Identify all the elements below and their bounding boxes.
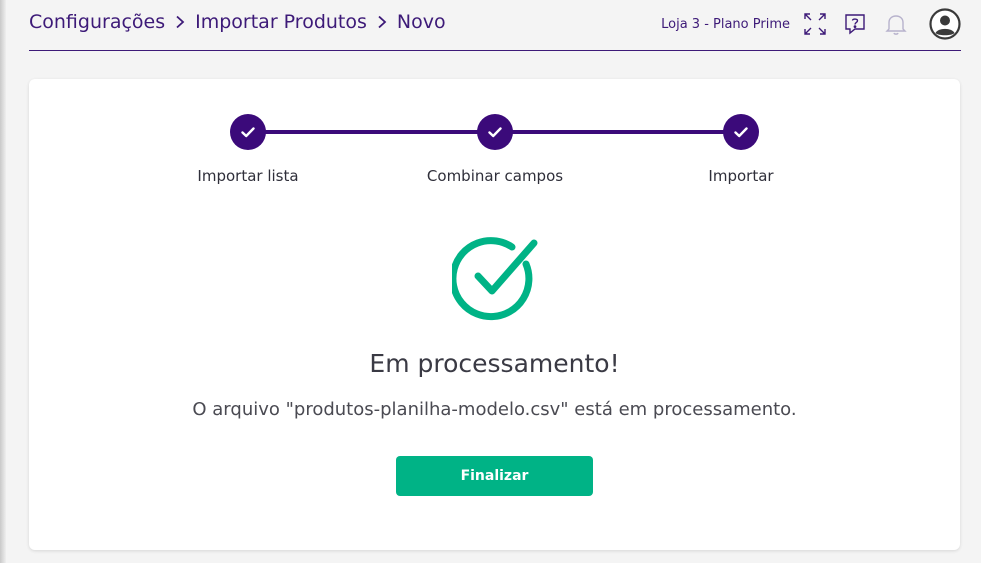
step-3-check-icon xyxy=(723,114,759,150)
finish-button[interactable]: Finalizar xyxy=(396,456,593,496)
bell-icon[interactable] xyxy=(885,12,907,36)
step-2-check-icon xyxy=(477,114,513,150)
breadcrumb-configuracoes[interactable]: Configurações xyxy=(29,11,165,33)
top-header: Configurações Importar Produtos Novo Loj… xyxy=(29,0,961,51)
success-check-icon xyxy=(449,234,542,328)
import-card: Importar lista Combinar campos Importar … xyxy=(29,79,960,550)
left-edge xyxy=(0,0,6,563)
import-stepper: Importar lista Combinar campos Importar xyxy=(29,79,960,199)
fullscreen-icon[interactable] xyxy=(803,12,827,36)
step-connector xyxy=(248,130,495,134)
step-1-check-icon xyxy=(230,114,266,150)
step-3-label: Importar xyxy=(708,167,774,185)
store-plan-label[interactable]: Loja 3 - Plano Prime xyxy=(661,17,790,32)
help-icon[interactable] xyxy=(843,12,867,36)
breadcrumb-importar-produtos[interactable]: Importar Produtos xyxy=(195,11,367,33)
breadcrumb: Configurações Importar Produtos Novo xyxy=(29,11,446,33)
header-actions: Loja 3 - Plano Prime xyxy=(661,7,961,41)
avatar-icon[interactable] xyxy=(929,8,961,40)
chevron-right-icon xyxy=(377,15,387,29)
breadcrumb-novo: Novo xyxy=(396,11,446,33)
step-connector xyxy=(495,130,741,134)
status-message: O arquivo "produtos-planilha-modelo.csv"… xyxy=(192,399,797,420)
step-2-label: Combinar campos xyxy=(426,167,564,185)
chevron-right-icon xyxy=(175,15,185,29)
status-title: Em processamento! xyxy=(369,349,620,378)
step-1-label: Importar lista xyxy=(197,167,299,185)
